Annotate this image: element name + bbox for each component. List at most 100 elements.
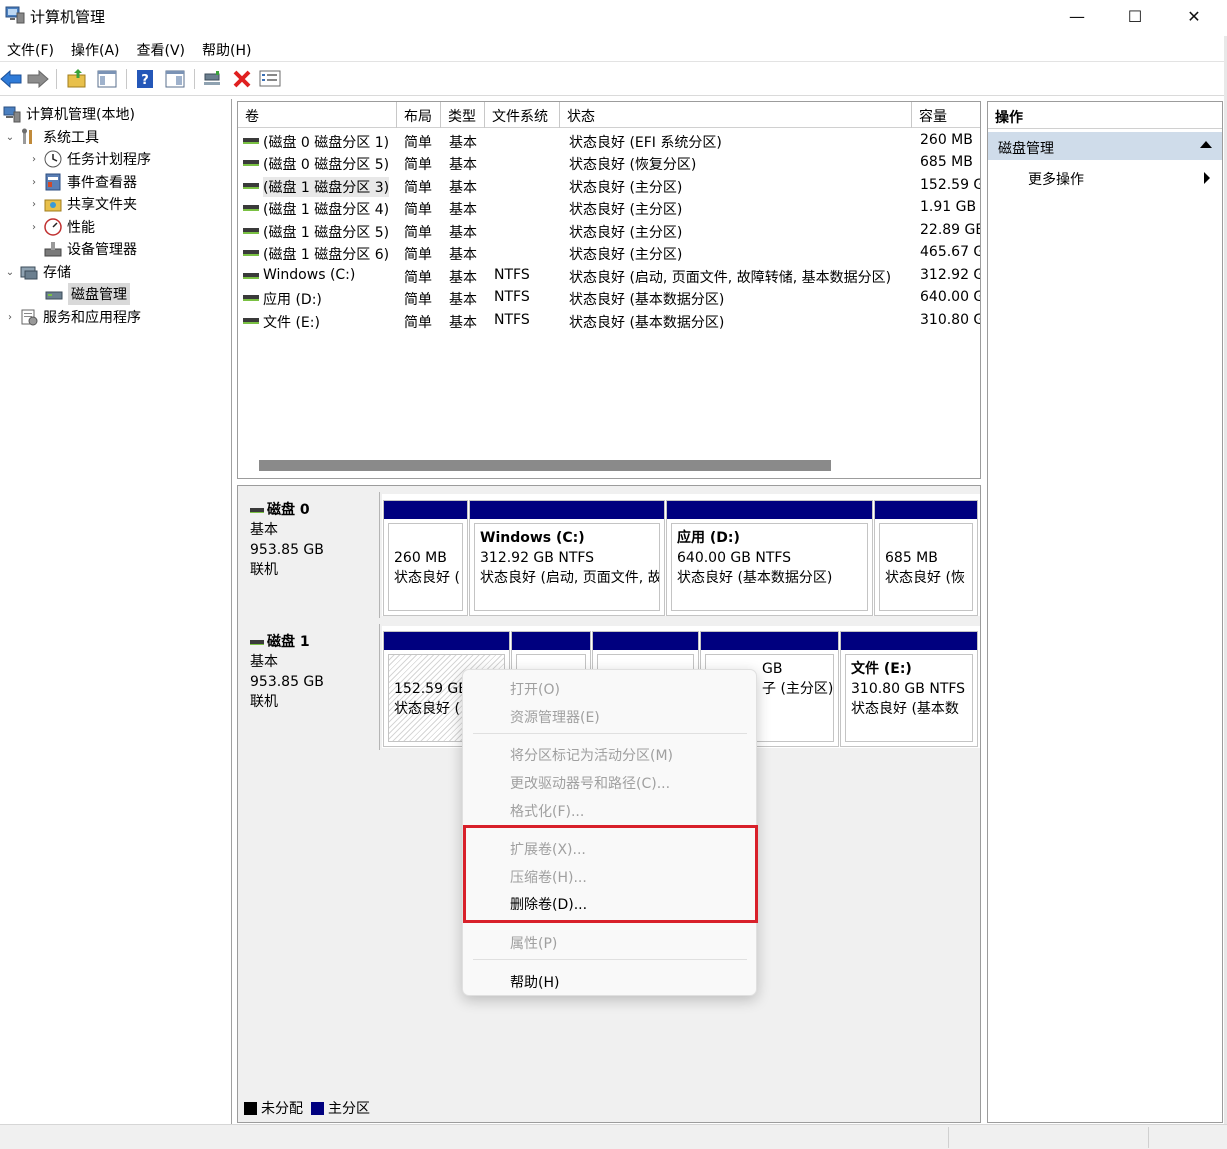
menu-view[interactable]: 查看(V) xyxy=(130,36,196,61)
menu-help[interactable]: 帮助(H) xyxy=(195,36,261,61)
status-separator xyxy=(948,1127,949,1148)
primary-partition-bar xyxy=(667,501,872,519)
storage-icon xyxy=(20,263,38,281)
disk-0-partition-c[interactable]: Windows (C:) 312.92 GB NTFS 状态良好 (启动, 页面… xyxy=(469,500,665,616)
table-row[interactable]: 应用 (D:) 简单 基本 NTFS 状态良好 (基本数据分区) 640.00 … xyxy=(238,287,980,309)
disk-0-partition-d[interactable]: 应用 (D:) 640.00 GB NTFS 状态良好 (基本数据分区) xyxy=(666,500,873,616)
chevron-right-icon[interactable]: › xyxy=(28,222,40,233)
disk-0-label[interactable]: 磁盘 0 基本 953.85 GB 联机 xyxy=(238,492,380,618)
column-header-layout[interactable]: 布局 xyxy=(397,102,441,128)
collapse-arrow-icon[interactable] xyxy=(1200,141,1212,148)
chevron-right-icon[interactable]: › xyxy=(28,177,40,188)
primary-partition-bar xyxy=(701,632,838,650)
primary-partition-swatch xyxy=(311,1101,324,1115)
tree-item-storage[interactable]: ⌄ 存储 xyxy=(4,261,71,283)
help-icon[interactable]: ? xyxy=(134,68,156,90)
volume-icon xyxy=(243,138,259,144)
legend: 未分配 主分区 xyxy=(244,1097,370,1119)
delete-icon[interactable] xyxy=(231,68,253,90)
menu-item-properties[interactable]: 属性(P) xyxy=(510,933,557,953)
chevron-right-icon[interactable]: › xyxy=(28,199,40,210)
toolbar-separator xyxy=(56,69,57,89)
menu-item-explore[interactable]: 资源管理器(E) xyxy=(510,707,600,727)
svg-text:?: ? xyxy=(141,73,149,88)
unallocated-swatch xyxy=(244,1101,257,1115)
column-header-capacity[interactable]: 容量 xyxy=(912,102,980,128)
chevron-down-icon[interactable]: ⌄ xyxy=(4,132,16,143)
forward-arrow-icon[interactable] xyxy=(27,68,49,90)
table-row[interactable]: (磁盘 0 磁盘分区 1) 简单 基本 状态良好 (EFI 系统分区) 260 … xyxy=(238,130,980,152)
primary-partition-bar xyxy=(593,632,698,650)
horizontal-scrollbar[interactable] xyxy=(259,460,831,471)
menu-separator xyxy=(473,959,747,960)
menu-item-help[interactable]: 帮助(H) xyxy=(510,972,559,992)
tree-item-services-apps[interactable]: › 服务和应用程序 xyxy=(4,306,141,328)
actions-title: 操作 xyxy=(988,102,1222,129)
toolbar-separator xyxy=(126,69,127,89)
chevron-right-icon[interactable]: › xyxy=(28,154,40,165)
table-row[interactable]: (磁盘 1 磁盘分区 6) 简单 基本 状态良好 (主分区) 465.67 G xyxy=(238,242,980,264)
event-viewer-icon xyxy=(44,173,62,191)
volume-icon xyxy=(243,160,259,166)
clock-icon xyxy=(44,150,62,168)
more-actions-item[interactable]: 更多操作 xyxy=(1028,169,1084,189)
title-bar: 计算机管理 — ☐ ✕ xyxy=(0,0,1227,33)
primary-partition-bar xyxy=(875,501,977,519)
computer-management-icon xyxy=(3,105,21,123)
toolbar-separator xyxy=(194,69,195,89)
chevron-right-icon[interactable]: › xyxy=(4,312,16,323)
table-row[interactable]: (磁盘 1 磁盘分区 4) 简单 基本 状态良好 (主分区) 1.91 GB xyxy=(238,197,980,219)
console-tree-icon[interactable] xyxy=(96,68,118,90)
tree-item-shared-folders[interactable]: › 共享文件夹 xyxy=(28,193,137,215)
volume-icon xyxy=(243,273,259,279)
menu-item-format[interactable]: 格式化(F)... xyxy=(510,801,584,821)
chevron-down-icon[interactable]: ⌄ xyxy=(4,267,16,278)
menu-item-mark-active[interactable]: 将分区标记为活动分区(M) xyxy=(510,745,673,765)
column-header-status[interactable]: 状态 xyxy=(560,102,912,128)
column-header-volume[interactable]: 卷 xyxy=(238,102,397,128)
menu-item-open[interactable]: 打开(O) xyxy=(510,679,560,699)
computer-management-icon xyxy=(5,6,25,24)
column-header-filesystem[interactable]: 文件系统 xyxy=(485,102,560,128)
table-row[interactable]: Windows (C:) 简单 基本 NTFS 状态良好 (启动, 页面文件, … xyxy=(238,265,980,287)
disk-1-partition-e[interactable]: 文件 (E:) 310.80 GB NTFS 状态良好 (基本数 xyxy=(840,631,978,747)
table-row[interactable]: (磁盘 1 磁盘分区 5) 简单 基本 状态良好 (主分区) 22.89 GE xyxy=(238,220,980,242)
disk-icon xyxy=(250,639,264,645)
up-folder-icon[interactable] xyxy=(66,68,88,90)
tree-item-event-viewer[interactable]: › 事件查看器 xyxy=(28,171,137,193)
primary-partition-bar xyxy=(384,501,467,519)
window-title: 计算机管理 xyxy=(30,8,106,26)
actions-section-disk-management[interactable]: 磁盘管理 xyxy=(988,132,1222,160)
maximize-button[interactable]: ☐ xyxy=(1106,0,1164,33)
view-icon[interactable] xyxy=(164,68,186,90)
tree-item-system-tools[interactable]: ⌄ 系统工具 xyxy=(4,126,99,148)
status-bar xyxy=(0,1124,1227,1149)
menu-item-change-drive-letter[interactable]: 更改驱动器号和路径(C)... xyxy=(510,773,670,793)
table-row[interactable]: (磁盘 0 磁盘分区 5) 简单 基本 状态良好 (恢复分区) 685 MB xyxy=(238,152,980,174)
actions-pane: 操作 磁盘管理 更多操作 xyxy=(987,101,1223,1123)
menu-action[interactable]: 操作(A) xyxy=(64,36,130,61)
device-manager-icon xyxy=(44,240,62,258)
connect-icon[interactable] xyxy=(201,68,223,90)
table-row[interactable]: 文件 (E:) 简单 基本 NTFS 状态良好 (基本数据分区) 310.80 … xyxy=(238,310,980,332)
menu-file[interactable]: 文件(F) xyxy=(0,36,64,61)
close-button[interactable]: ✕ xyxy=(1165,0,1223,33)
back-arrow-icon[interactable] xyxy=(0,68,22,90)
disk-0-partition-5[interactable]: 685 MB 状态良好 (恢 xyxy=(874,500,978,616)
console-tree: 计算机管理(本地) ⌄ 系统工具 › 任务计划程序 › 事件查看器 › 共享文件… xyxy=(0,99,232,1124)
disk-0-partition-1[interactable]: 260 MB 状态良好 ( xyxy=(383,500,468,616)
disk-1-label[interactable]: 磁盘 1 基本 953.85 GB 联机 xyxy=(238,624,380,750)
tree-item-device-manager[interactable]: 设备管理器 xyxy=(44,238,137,260)
tree-item-performance[interactable]: › 性能 xyxy=(28,216,95,238)
column-header-type[interactable]: 类型 xyxy=(441,102,485,128)
properties-icon[interactable] xyxy=(259,68,281,90)
minimize-button[interactable]: — xyxy=(1048,0,1106,33)
table-row[interactable]: (磁盘 1 磁盘分区 3) 简单 基本 状态良好 (主分区) 152.59 G xyxy=(238,175,980,197)
tree-item-task-scheduler[interactable]: › 任务计划程序 xyxy=(28,148,151,170)
primary-partition-bar xyxy=(841,632,977,650)
tree-item-disk-management[interactable]: 磁盘管理 xyxy=(45,283,130,305)
status-separator xyxy=(1148,1127,1149,1148)
volume-icon xyxy=(243,228,259,234)
menu-bar: 文件(F) 操作(A) 查看(V) 帮助(H) xyxy=(0,36,1227,62)
tree-item-root[interactable]: 计算机管理(本地) xyxy=(3,103,135,125)
